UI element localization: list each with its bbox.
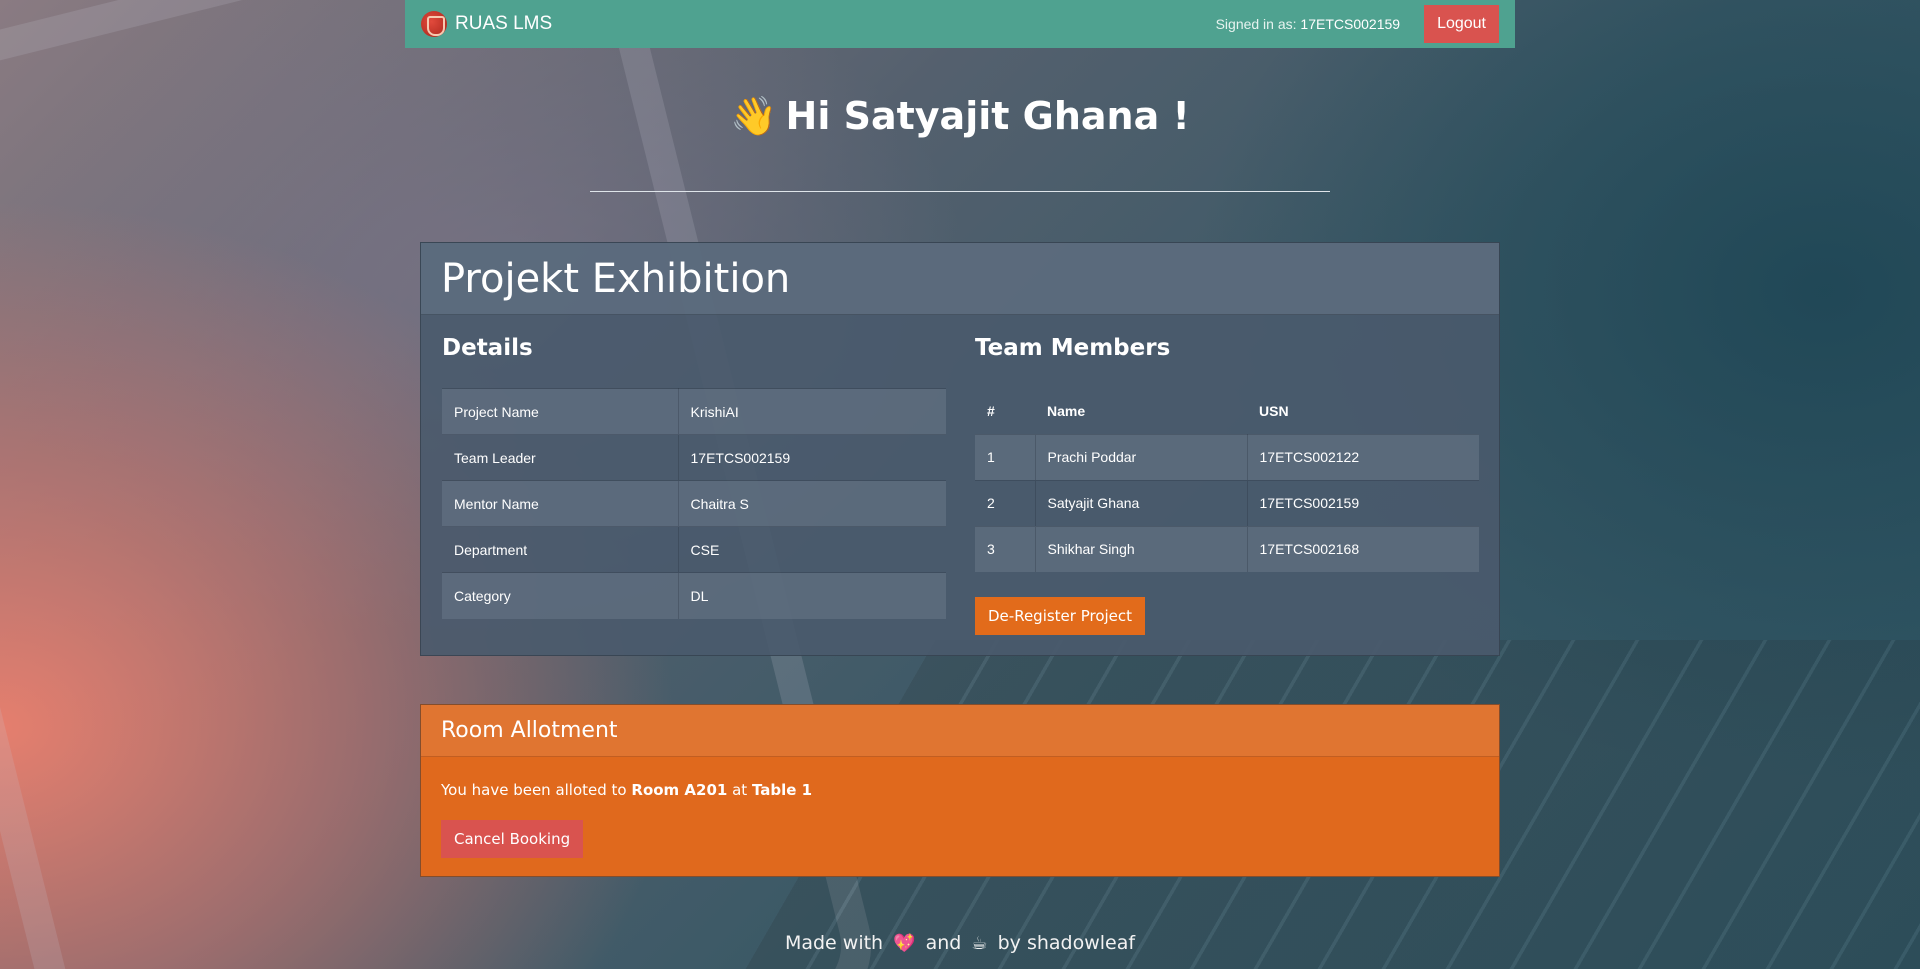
table-row: Category DL bbox=[442, 572, 946, 619]
table-row: 2 Satyajit Ghana 17ETCS002159 bbox=[975, 479, 1479, 526]
table-row: Department CSE bbox=[442, 526, 946, 573]
room-text-mid: at bbox=[727, 781, 752, 799]
team-members-table: # Name USN 1 Prachi Poddar 17ETCS002122 … bbox=[975, 388, 1479, 572]
deregister-project-button[interactable]: De-Register Project bbox=[975, 597, 1146, 635]
detail-value: DL bbox=[678, 572, 946, 619]
table-row: Project Name KrishiAI bbox=[442, 388, 946, 435]
brand-name: RUAS LMS bbox=[455, 13, 553, 34]
brand-link[interactable]: RUAS LMS bbox=[421, 11, 552, 37]
table-row: Mentor Name Chaitra S bbox=[442, 480, 946, 527]
member-usn: 17ETCS002168 bbox=[1247, 525, 1479, 572]
room-allotment-text: You have been alloted to Room A201 at Ta… bbox=[441, 781, 812, 799]
divider bbox=[590, 191, 1330, 192]
details-table: Project Name KrishiAI Team Leader 17ETCS… bbox=[442, 388, 946, 619]
team-members-title: Team Members bbox=[975, 335, 1171, 361]
table-header-row: # Name USN bbox=[975, 388, 1479, 434]
greeting-text: Hi Satyajit Ghana ! bbox=[785, 94, 1190, 138]
footer-made-with: Made with bbox=[784, 932, 884, 954]
member-name: Shikhar Singh bbox=[1034, 525, 1248, 572]
navbar: RUAS LMS Signed in as: 17ETCS002159 Logo… bbox=[405, 0, 1515, 48]
room-name: Room A201 bbox=[631, 781, 728, 799]
member-number: 2 bbox=[975, 479, 1035, 526]
member-name: Satyajit Ghana bbox=[1034, 479, 1248, 526]
table-row: 3 Shikhar Singh 17ETCS002168 bbox=[975, 525, 1479, 572]
table-name: Table 1 bbox=[751, 781, 813, 799]
ruas-logo-icon bbox=[421, 11, 447, 37]
signed-in-text: Signed in as: 17ETCS002159 bbox=[1216, 16, 1400, 32]
member-usn: 17ETCS002122 bbox=[1247, 433, 1479, 480]
column-header-number: # bbox=[987, 402, 995, 419]
project-card-title: Projekt Exhibition bbox=[421, 243, 1499, 315]
member-number: 3 bbox=[975, 525, 1035, 572]
details-title: Details bbox=[442, 335, 533, 361]
signed-in-label: Signed in as: bbox=[1215, 16, 1297, 32]
detail-label: Team Leader bbox=[442, 434, 679, 481]
room-allotment-card: Room Allotment You have been alloted to … bbox=[420, 704, 1500, 877]
detail-label: Mentor Name bbox=[442, 480, 679, 527]
project-card: Projekt Exhibition Details Project Name … bbox=[420, 242, 1500, 656]
table-row: 1 Prachi Poddar 17ETCS002122 bbox=[975, 433, 1479, 480]
member-name: Prachi Poddar bbox=[1034, 433, 1248, 480]
room-text-prefix: You have been alloted to bbox=[441, 781, 632, 799]
detail-value: 17ETCS002159 bbox=[678, 434, 946, 481]
signed-in-usn: 17ETCS002159 bbox=[1300, 16, 1401, 32]
footer-and: and bbox=[925, 932, 962, 954]
detail-value: Chaitra S bbox=[678, 480, 946, 527]
member-usn: 17ETCS002159 bbox=[1247, 479, 1479, 526]
detail-label: Department bbox=[442, 526, 679, 573]
nav-right: Signed in as: 17ETCS002159 Logout bbox=[1216, 5, 1499, 43]
member-number: 1 bbox=[975, 433, 1035, 480]
heart-icon: 💖 bbox=[893, 933, 916, 954]
detail-value: CSE bbox=[678, 526, 946, 573]
footer: Made with 💖 and ☕ by shadowleaf bbox=[0, 932, 1920, 954]
column-header-name: Name bbox=[1047, 402, 1086, 419]
table-row: Team Leader 17ETCS002159 bbox=[442, 434, 946, 481]
column-header-usn: USN bbox=[1259, 402, 1289, 419]
waving-hand-icon: 👋 bbox=[730, 94, 778, 138]
cancel-booking-button[interactable]: Cancel Booking bbox=[441, 820, 584, 858]
room-allotment-title: Room Allotment bbox=[421, 705, 1499, 757]
greeting-heading: 👋 Hi Satyajit Ghana ! bbox=[0, 94, 1920, 139]
logout-button[interactable]: Logout bbox=[1424, 5, 1499, 43]
detail-label: Category bbox=[442, 572, 679, 619]
footer-by: by shadowleaf bbox=[997, 932, 1136, 954]
coffee-icon: ☕ bbox=[971, 933, 988, 954]
detail-value: KrishiAI bbox=[678, 388, 946, 435]
detail-label: Project Name bbox=[442, 388, 679, 435]
